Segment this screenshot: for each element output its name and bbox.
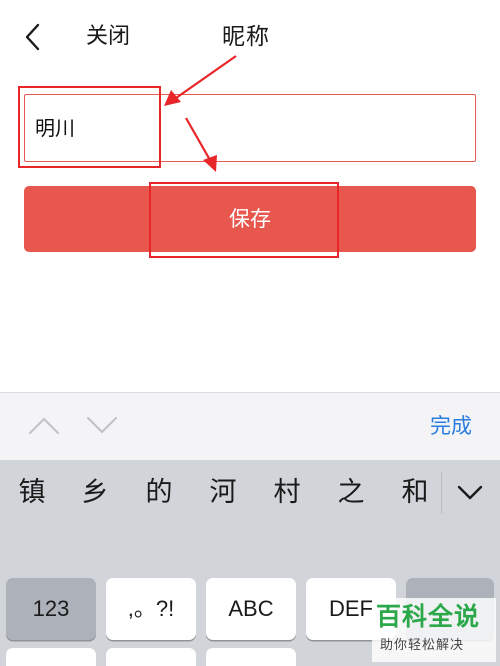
close-button[interactable]: 关闭: [86, 22, 130, 52]
nickname-edit-screen: 关闭 昵称 明川 保存 完成 镇 乡 的 河 村 之 和 123 ,。?! AB…: [0, 0, 500, 666]
watermark-subtitle: 助你轻松解决: [380, 638, 465, 653]
candidate-word[interactable]: 村: [259, 470, 315, 516]
chevron-down-icon: [86, 416, 118, 434]
key-next-row[interactable]: [206, 648, 296, 666]
watermark: 百科全说 助你轻松解决: [372, 598, 496, 662]
watermark-title: 百科全说: [376, 602, 481, 631]
annotation-box-save: [149, 182, 339, 258]
candidate-bar: 镇 乡 的 河 村 之 和: [0, 460, 500, 526]
annotation-box-input: [18, 86, 161, 168]
nav-bar: 关闭 昵称: [0, 0, 500, 74]
candidate-word[interactable]: 和: [387, 470, 443, 516]
candidate-word[interactable]: 乡: [67, 470, 123, 516]
done-button[interactable]: 完成: [430, 411, 472, 441]
chevron-left-icon: [25, 23, 40, 51]
key-next-row[interactable]: [6, 648, 96, 666]
key-next-row[interactable]: [106, 648, 196, 666]
candidate-word[interactable]: 之: [323, 470, 379, 516]
candidate-word[interactable]: 镇: [4, 470, 60, 516]
previous-field-button[interactable]: [26, 411, 62, 439]
key-123[interactable]: 123: [6, 578, 96, 640]
candidate-word[interactable]: 河: [195, 470, 251, 516]
back-button[interactable]: [18, 20, 50, 54]
chevron-up-icon: [28, 417, 60, 435]
key-abc[interactable]: ABC: [206, 578, 296, 640]
key-punctuation[interactable]: ,。?!: [106, 578, 196, 640]
expand-candidates-button[interactable]: [450, 474, 490, 510]
page-title: 昵称: [222, 24, 270, 50]
candidate-divider: [441, 472, 442, 514]
next-field-button[interactable]: [84, 411, 120, 439]
chevron-down-icon: [457, 485, 483, 500]
keyboard-accessory-bar: 完成: [0, 392, 500, 460]
candidate-word[interactable]: 的: [131, 470, 187, 516]
